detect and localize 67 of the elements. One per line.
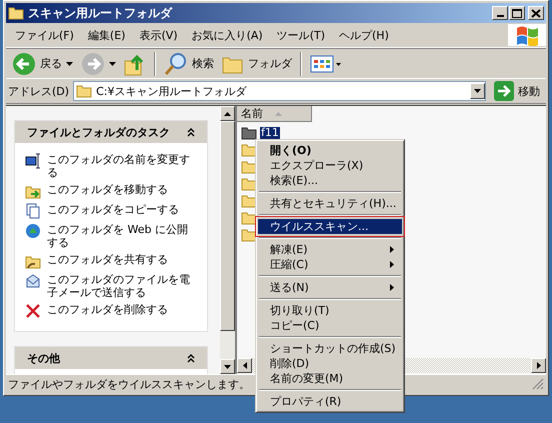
task-link[interactable]: このフォルダのファイルを電子メールで送信する — [47, 273, 195, 299]
address-field[interactable]: C:¥スキャン用ルートフォルダ — [73, 81, 486, 101]
menu-item[interactable]: ショートカットの作成(S) — [258, 341, 402, 356]
address-label: アドレス(D) — [8, 84, 70, 98]
menu-item[interactable]: 共有とセキュリティ(H)... — [258, 196, 402, 211]
menu-item[interactable]: 切り取り(T) — [258, 303, 402, 318]
left-arrow-icon[interactable] — [242, 362, 246, 369]
menu-item[interactable]: 送る(N) — [258, 280, 402, 295]
submenu-arrow-icon — [390, 246, 394, 253]
task-link[interactable]: このフォルダを削除する — [47, 303, 195, 316]
view-grid-icon — [310, 54, 342, 74]
right-arrow-icon[interactable] — [536, 362, 540, 369]
search-button[interactable]: 検索 — [161, 50, 217, 76]
panel-header[interactable]: ファイルとフォルダのタスク — [15, 121, 207, 143]
submenu-arrow-icon — [390, 284, 394, 291]
close-button[interactable] — [528, 6, 544, 20]
sort-arrow-icon — [275, 112, 282, 116]
window-title: スキャン用ルートフォルダ — [28, 4, 174, 22]
search-icon — [164, 52, 188, 76]
folder-name[interactable]: f11 — [260, 126, 280, 138]
dropdown-button[interactable] — [470, 83, 485, 99]
up-arrow-icon[interactable] — [224, 112, 231, 116]
go-button[interactable]: 移動 — [490, 81, 544, 101]
folder-icon — [76, 83, 92, 99]
minimize-icon — [496, 15, 504, 17]
menu-item[interactable]: お気に入り(A) — [184, 28, 270, 42]
menu-item[interactable]: エクスプローラ(X) — [258, 158, 402, 173]
task-link[interactable]: このフォルダを移動する — [47, 183, 195, 196]
menu-item[interactable]: プロパティ(R) — [258, 394, 402, 409]
menu-item[interactable]: ファイル(F) — [8, 28, 81, 42]
task-link[interactable]: このフォルダを共有する — [47, 253, 195, 266]
menu-item[interactable]: 検索(E)... — [258, 173, 402, 188]
resize-grip-icon — [532, 378, 544, 390]
submenu-arrow-icon — [390, 261, 394, 268]
dropdown-arrow-icon — [474, 89, 481, 93]
close-icon — [531, 8, 541, 18]
maximize-icon — [512, 8, 522, 18]
panel-header[interactable]: その他 — [15, 347, 207, 369]
back-button[interactable]: 戻る — [9, 50, 76, 76]
menu-item[interactable]: 圧縮(C) — [258, 257, 402, 272]
task-link[interactable]: このフォルダを Web に公開する — [47, 223, 195, 249]
delete-icon — [25, 303, 41, 319]
pages-icon — [25, 203, 41, 219]
menu-item[interactable]: 表示(V) — [132, 28, 185, 42]
menu-item[interactable]: ヘルプ(H) — [332, 28, 396, 42]
maximize-button[interactable] — [509, 6, 525, 20]
task-link[interactable]: このフォルダをコピーする — [47, 203, 195, 216]
menu-item[interactable]: 編集(E) — [80, 28, 132, 42]
column-header[interactable]: 名前 — [237, 106, 312, 122]
dropdown-arrow-icon — [66, 62, 73, 66]
dropdown-arrow-icon — [109, 62, 116, 66]
menu-item[interactable]: ツール(T) — [270, 28, 332, 42]
globe-icon — [25, 223, 41, 239]
task-link[interactable]: このフォルダの名前を変更する — [47, 153, 195, 179]
menu-item[interactable]: 解凍(E) — [258, 242, 402, 257]
minimize-button[interactable] — [492, 6, 508, 20]
down-arrow-icon[interactable] — [224, 364, 231, 368]
folders-button[interactable]: フォルダ — [219, 52, 295, 74]
vertical-scrollbar[interactable] — [220, 106, 235, 374]
folder-icon — [8, 5, 24, 21]
status-text: ファイルやフォルダをウイルススキャンします。 — [8, 376, 250, 392]
menu-item[interactable]: コピー(C) — [258, 318, 402, 333]
menu-item[interactable]: ウイルススキャン... — [258, 219, 402, 234]
menu-item[interactable]: 開く(O) — [258, 143, 402, 158]
rename-icon — [25, 153, 41, 169]
envelope-icon — [25, 273, 41, 289]
menu-item[interactable]: 名前の変更(M) — [258, 371, 402, 386]
